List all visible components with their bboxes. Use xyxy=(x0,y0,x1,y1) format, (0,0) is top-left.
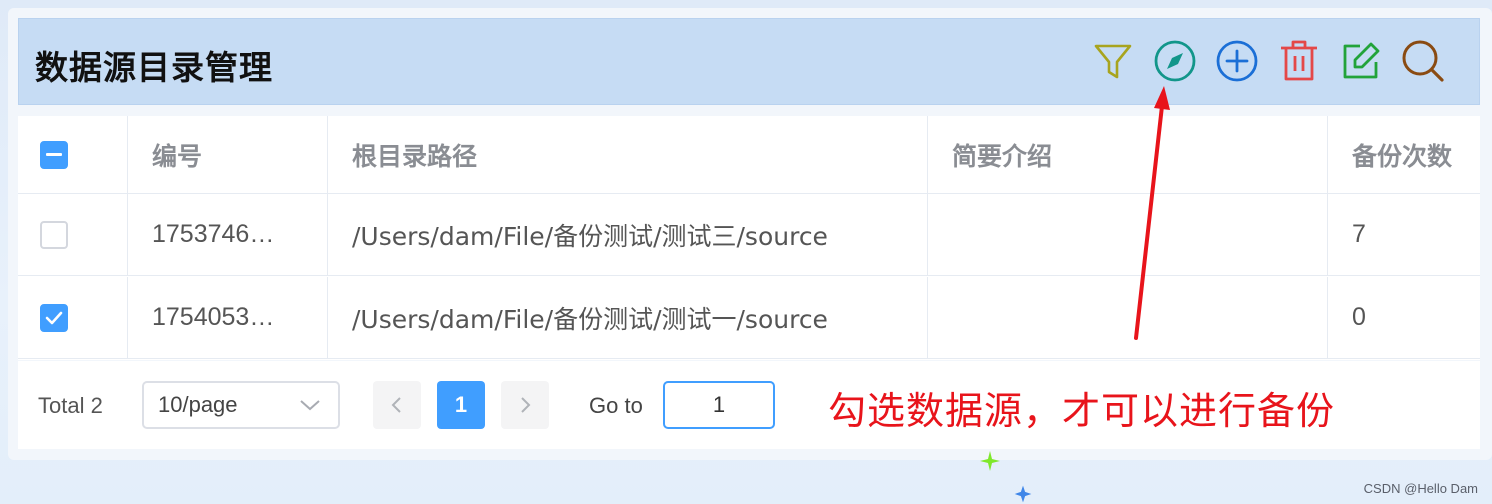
row-desc xyxy=(928,194,1328,275)
row-select-cell xyxy=(18,194,128,275)
total-count: Total 2 xyxy=(38,393,103,418)
annotation-text: 勾选数据源，才可以进行备份 xyxy=(828,389,1336,433)
row-checkbox[interactable] xyxy=(40,220,68,249)
select-all-cell xyxy=(18,116,128,193)
row-path: /Users/dam/File/备份测试/测试一/source xyxy=(328,277,928,358)
sparkle-green-icon xyxy=(980,451,1000,471)
column-header-id[interactable]: 编号 xyxy=(128,116,328,193)
row-id: 1754053… xyxy=(128,277,328,358)
sparkle-blue-icon xyxy=(1014,485,1032,503)
column-header-path[interactable]: 根目录路径 xyxy=(328,116,928,193)
prev-page-button[interactable] xyxy=(373,381,421,429)
search-button[interactable] xyxy=(1399,37,1447,85)
column-header-backup-count[interactable]: 备份次数 xyxy=(1328,116,1480,193)
add-button[interactable] xyxy=(1213,37,1261,85)
row-checkbox[interactable] xyxy=(40,303,68,332)
plus-circle-icon xyxy=(1216,40,1258,82)
row-id: 1753746… xyxy=(128,194,328,275)
page-size-select[interactable]: 10/page xyxy=(142,381,340,429)
goto-page-input[interactable] xyxy=(663,381,775,429)
column-header-desc[interactable]: 简要介绍 xyxy=(928,116,1328,193)
row-select-cell xyxy=(18,277,128,358)
trash-icon xyxy=(1281,40,1317,81)
edit-button[interactable] xyxy=(1337,37,1385,85)
check-icon xyxy=(45,311,63,324)
chevron-left-icon xyxy=(391,397,401,413)
filter-button[interactable] xyxy=(1089,37,1137,85)
chevron-down-icon xyxy=(300,400,320,411)
row-path: /Users/dam/File/备份测试/测试三/source xyxy=(328,194,928,275)
page-header: 数据源目录管理 xyxy=(18,18,1480,105)
page-size-value: 10/page xyxy=(158,392,238,417)
page-button-current[interactable]: 1 xyxy=(437,381,485,429)
chevron-right-icon xyxy=(521,397,531,413)
data-table: 编号 根目录路径 简要介绍 备份次数 1753746… /Users/dam/F… xyxy=(18,116,1480,360)
row-backup-count: 0 xyxy=(1352,303,1366,331)
edit-icon xyxy=(1343,42,1380,79)
page-title: 数据源目录管理 xyxy=(35,48,273,87)
next-page-button[interactable] xyxy=(501,381,549,429)
table-header-row: 编号 根目录路径 简要介绍 备份次数 xyxy=(18,116,1480,194)
minus-icon xyxy=(46,152,62,156)
backup-button[interactable] xyxy=(1151,37,1199,85)
row-desc xyxy=(928,277,1328,358)
table-row[interactable]: 1753746… /Users/dam/File/备份测试/测试三/source… xyxy=(18,194,1480,276)
table-row[interactable]: 1754053… /Users/dam/File/备份测试/测试一/source… xyxy=(18,277,1480,359)
compass-icon xyxy=(1154,40,1196,82)
delete-button[interactable] xyxy=(1275,37,1323,85)
select-all-checkbox[interactable] xyxy=(40,140,68,169)
search-icon xyxy=(1402,40,1444,82)
watermark: CSDN @Hello Dam xyxy=(1363,481,1478,496)
row-backup-count: 7 xyxy=(1352,220,1366,248)
filter-icon xyxy=(1094,44,1132,79)
goto-label: Go to xyxy=(589,393,643,418)
